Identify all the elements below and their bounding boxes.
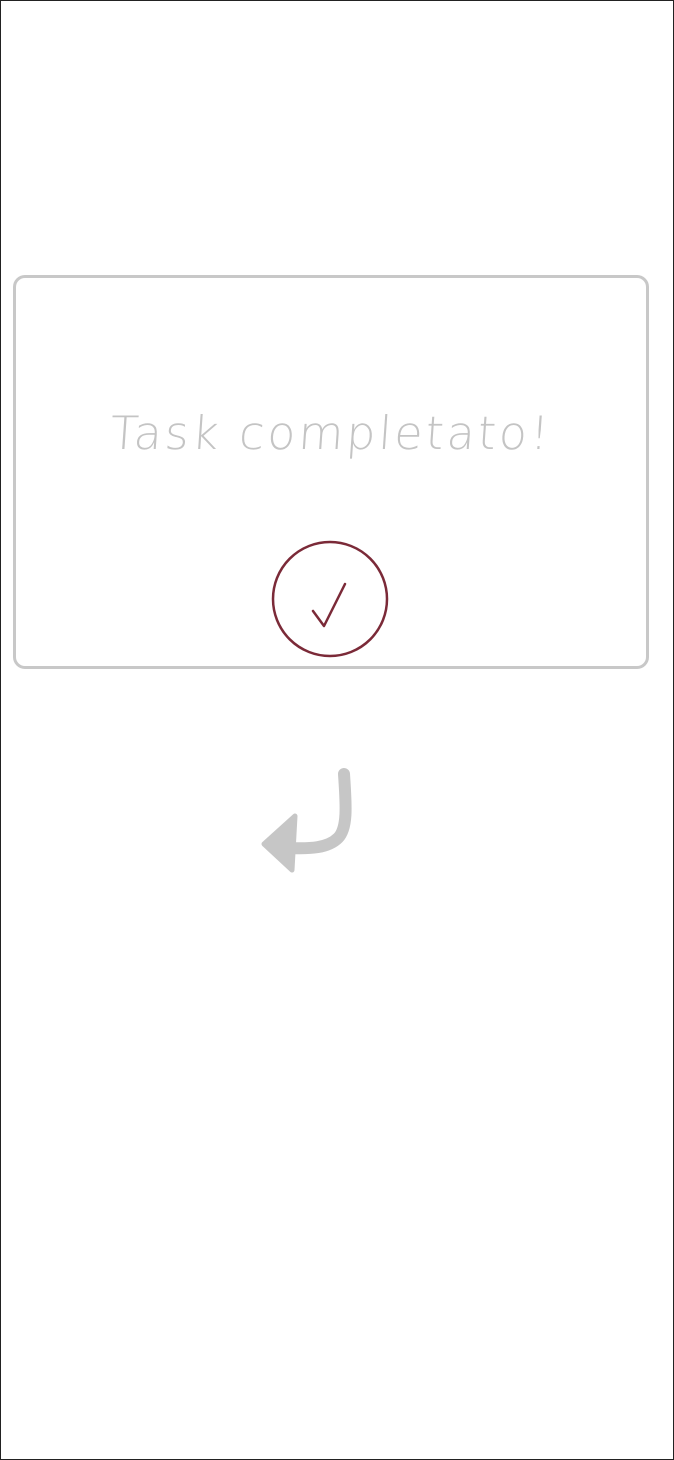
confirm-check-button[interactable] bbox=[271, 540, 389, 658]
return-arrow-icon bbox=[261, 768, 352, 873]
screen-frame bbox=[0, 0, 674, 1460]
check-icon bbox=[271, 540, 389, 658]
back-button[interactable] bbox=[258, 762, 360, 878]
completion-card: Task completato! bbox=[13, 275, 649, 669]
completion-message: Task completato! bbox=[108, 406, 554, 460]
